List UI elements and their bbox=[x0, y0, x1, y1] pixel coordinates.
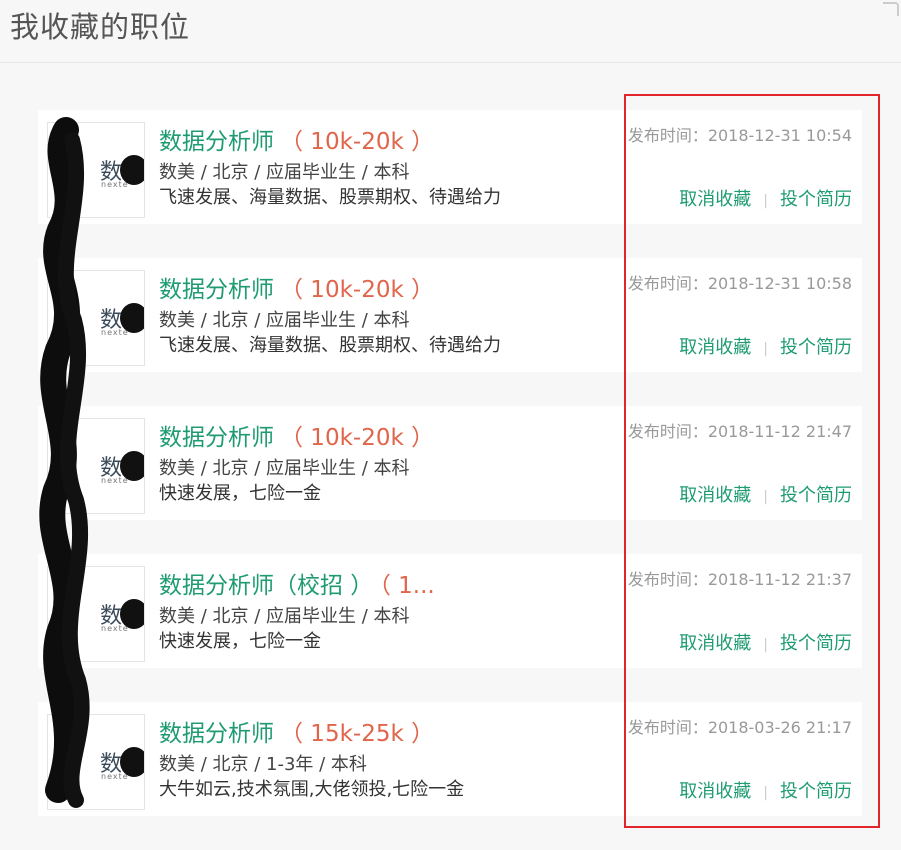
job-title[interactable]: 数据分析师 bbox=[159, 721, 274, 747]
job-title[interactable]: 数据分析师 bbox=[159, 277, 274, 303]
redaction-mark bbox=[120, 155, 144, 185]
job-title[interactable]: 数据分析师 bbox=[159, 425, 274, 451]
job-salary: （ 10k-20k ） bbox=[280, 129, 435, 155]
job-title-line[interactable]: 数据分析师（ 10k-20k ） bbox=[159, 270, 434, 304]
redaction-mark bbox=[120, 451, 144, 481]
company-logo[interactable]: 数 nexte bbox=[47, 122, 145, 218]
job-salary: （ 15k-25k ） bbox=[280, 721, 435, 747]
company-logo[interactable]: 数 nexte bbox=[47, 418, 145, 514]
redaction-mark bbox=[120, 747, 144, 777]
job-meta: 数美 / 北京 / 应届毕业生 / 本科 bbox=[159, 606, 410, 627]
company-logo[interactable]: 数 nexte bbox=[47, 714, 145, 810]
job-title-line[interactable]: 数据分析师（ 10k-20k ） bbox=[159, 122, 434, 156]
job-perks: 快速发展，七险一金 bbox=[159, 483, 321, 504]
job-meta: 数美 / 北京 / 应届毕业生 / 本科 bbox=[159, 310, 410, 331]
company-logo[interactable]: 数 nexte bbox=[47, 566, 145, 662]
corner-icon bbox=[883, 2, 899, 16]
job-perks: 飞速发展、海量数据、股票期权、待遇给力 bbox=[159, 335, 501, 356]
job-perks: 飞速发展、海量数据、股票期权、待遇给力 bbox=[159, 187, 501, 208]
page-title: 我收藏的职位 bbox=[10, 10, 191, 44]
job-title[interactable]: 数据分析师（校招 ） bbox=[159, 573, 373, 599]
job-title-line[interactable]: 数据分析师（校招 ）（ 1... bbox=[159, 566, 435, 600]
job-salary: （ 10k-20k ） bbox=[280, 277, 435, 303]
company-logo[interactable]: 数 nexte bbox=[47, 270, 145, 366]
job-salary: （ 10k-20k ） bbox=[280, 425, 435, 451]
job-perks: 快速发展，七险一金 bbox=[159, 631, 321, 652]
job-meta: 数美 / 北京 / 应届毕业生 / 本科 bbox=[159, 458, 410, 479]
job-meta: 数美 / 北京 / 1-3年 / 本科 bbox=[159, 754, 367, 775]
redaction-mark bbox=[120, 303, 144, 333]
page-header: 我收藏的职位 bbox=[0, 0, 901, 63]
highlight-box bbox=[624, 94, 880, 828]
job-title[interactable]: 数据分析师 bbox=[159, 129, 274, 155]
job-meta: 数美 / 北京 / 应届毕业生 / 本科 bbox=[159, 162, 410, 183]
job-title-line[interactable]: 数据分析师（ 10k-20k ） bbox=[159, 418, 434, 452]
job-perks: 大牛如云,技术氛围,大佬领投,七险一金 bbox=[159, 779, 465, 800]
job-title-line[interactable]: 数据分析师（ 15k-25k ） bbox=[159, 714, 434, 748]
redaction-mark bbox=[120, 599, 144, 629]
job-salary: （ 1... bbox=[379, 573, 435, 599]
